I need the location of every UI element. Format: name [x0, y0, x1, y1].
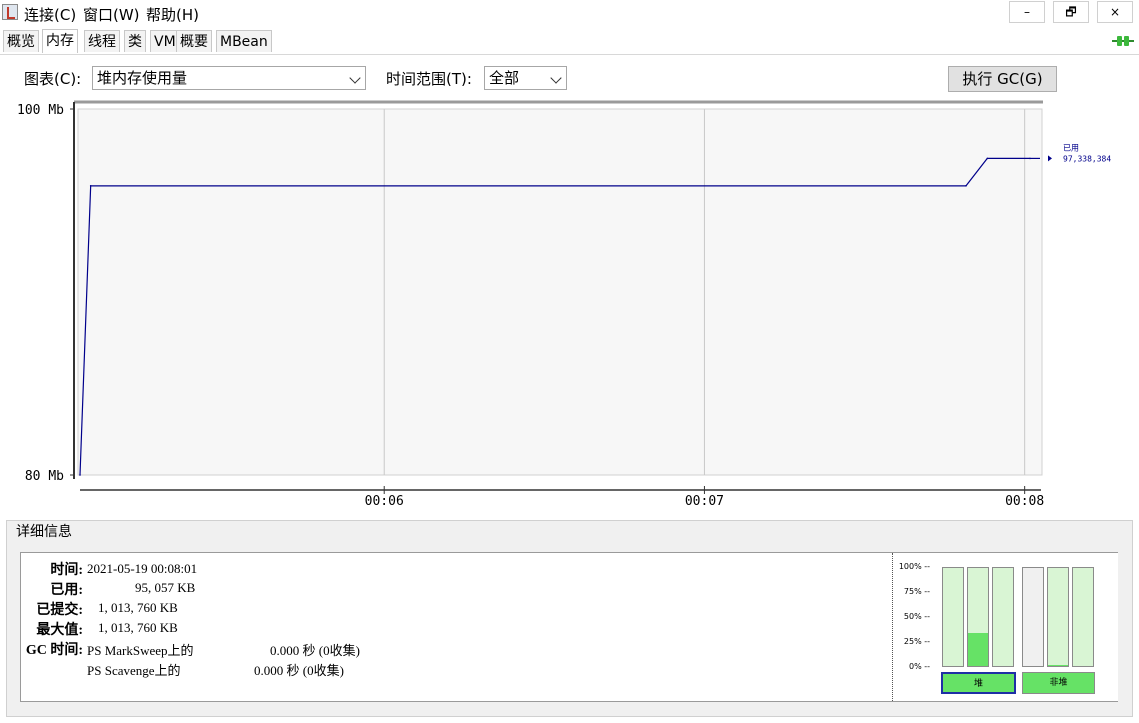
pct-label: 75% --	[903, 587, 930, 596]
gc-collector-name: PS Scavenge上的	[87, 663, 181, 678]
gc-collector-value: 0.000 秒 (0收集)	[254, 663, 344, 678]
time-label: 时间:	[50, 563, 83, 578]
pct-label: 0% --	[908, 662, 930, 671]
chart-label: 图表(C):	[24, 70, 82, 88]
restore-button[interactable]: 🗗	[1053, 1, 1089, 23]
minimize-button[interactable]: –	[1009, 1, 1045, 23]
tab-classes[interactable]: 类	[124, 30, 146, 52]
series-value-label: 97,338,384	[1063, 154, 1111, 163]
committed-label: 已提交:	[36, 603, 83, 618]
used-value: 95, 057 KB	[135, 580, 196, 595]
heap-usage-chart: 100 Mb 80 Mb 00:06 00:07 00:08 已用 97,338,384	[17, 100, 1111, 509]
tab-threads[interactable]: 线程	[84, 30, 120, 52]
heap-pool-bar[interactable]	[942, 567, 964, 667]
gc-collector-name: PS MarkSweep上的	[87, 643, 194, 658]
menu-connect[interactable]: 连接(C)	[24, 4, 76, 25]
x-tick-label: 00:07	[685, 494, 724, 509]
pct-label: 100% --	[898, 562, 930, 571]
max-value: 1, 013, 760 KB	[98, 620, 178, 635]
nonheap-pool-bar[interactable]	[1072, 567, 1094, 667]
plot-area	[77, 108, 1043, 476]
tab-mbean[interactable]: MBean	[216, 30, 272, 52]
menu-window[interactable]: 窗口(W)	[83, 4, 140, 25]
series-name-label: 已用	[1063, 143, 1079, 152]
pool-fill	[968, 632, 988, 666]
committed-value: 1, 013, 760 KB	[98, 600, 178, 615]
range-select[interactable]: 全部	[484, 66, 567, 90]
data-point	[79, 474, 81, 476]
chart-select-value: 堆内存使用量	[97, 69, 188, 87]
chevron-down-icon	[550, 72, 562, 84]
series-marker	[1048, 155, 1052, 162]
nonheap-pool-bar[interactable]	[1047, 567, 1069, 667]
range-select-value: 全部	[489, 69, 520, 87]
pct-label: 25% --	[903, 637, 930, 646]
data-point	[965, 185, 967, 187]
nonheap-button[interactable]: 非堆	[1022, 672, 1095, 694]
tab-overview[interactable]: 概览	[3, 30, 39, 52]
pool-fill	[1048, 665, 1068, 666]
gc-collector-value: 0.000 秒 (0收集)	[270, 643, 360, 658]
max-label: 最大值:	[36, 623, 83, 638]
time-value: 2021-05-19 00:08:01	[87, 561, 198, 576]
close-button[interactable]: ×	[1097, 1, 1133, 23]
x-tick-label: 00:08	[1005, 494, 1044, 509]
gc-time-label: GC 时间:	[25, 643, 83, 658]
tab-memory[interactable]: 内存	[42, 29, 78, 53]
details-title: 详细信息	[14, 521, 74, 541]
range-label: 时间范围(T):	[386, 70, 472, 88]
heap-pool-bar[interactable]	[992, 567, 1014, 667]
menu-help[interactable]: 帮助(H)	[146, 4, 199, 25]
tab-summary[interactable]: 概要	[176, 30, 212, 52]
chart-select[interactable]: 堆内存使用量	[92, 66, 366, 90]
perform-gc-button[interactable]: 执行 GC(G)	[948, 66, 1057, 92]
nonheap-pool-bar[interactable]	[1022, 567, 1044, 667]
y-tick-label: 80 Mb	[25, 469, 64, 484]
data-point	[986, 157, 989, 160]
heap-pool-bar[interactable]	[967, 567, 989, 667]
used-label: 已用:	[50, 583, 83, 598]
x-tick-label: 00:06	[365, 494, 404, 509]
java-app-icon	[2, 4, 18, 20]
y-tick-label: 100 Mb	[17, 103, 64, 118]
data-point	[89, 185, 92, 187]
pct-label: 50% --	[903, 612, 930, 621]
chevron-down-icon	[349, 72, 361, 84]
heap-button[interactable]: 堆	[941, 672, 1016, 694]
connection-status-icon	[1112, 36, 1134, 46]
